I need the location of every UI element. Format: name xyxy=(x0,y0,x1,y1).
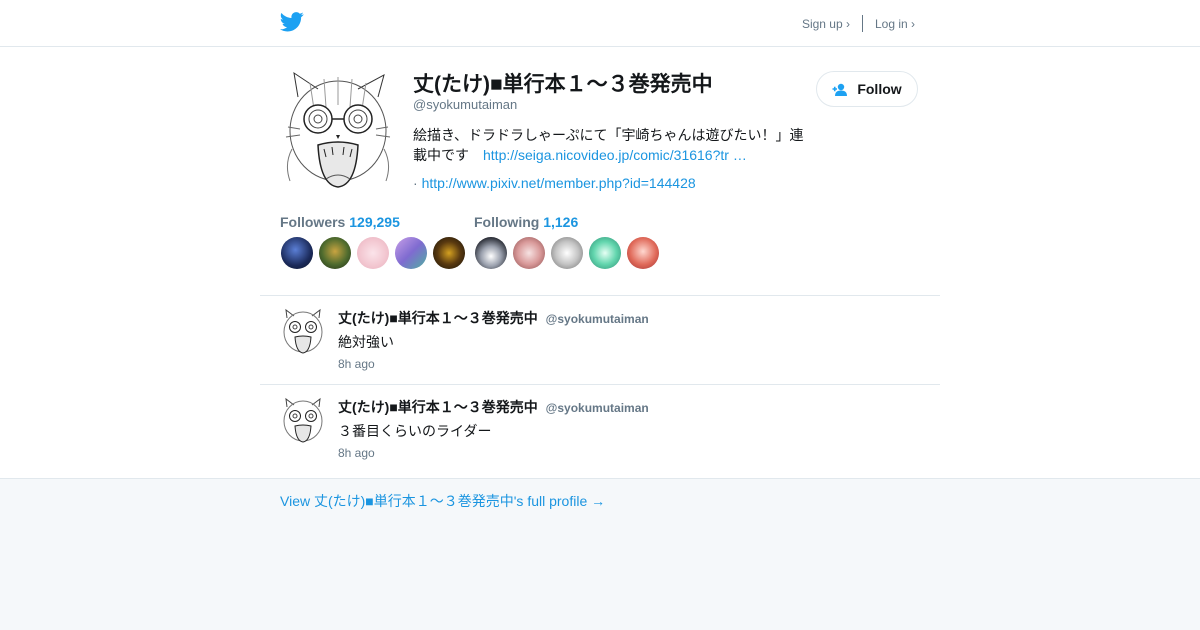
top-bar: Sign up › Log in › xyxy=(0,0,1200,47)
following-avatar[interactable] xyxy=(627,237,659,269)
tweet-author-name[interactable]: 丈(たけ)■単行本１～３巻発売中 xyxy=(338,310,538,326)
tweet-author-name[interactable]: 丈(たけ)■単行本１～３巻発売中 xyxy=(338,399,538,415)
following-avatar[interactable] xyxy=(589,237,621,269)
following-avatar[interactable] xyxy=(551,237,583,269)
follow-label: Follow xyxy=(857,81,902,97)
follower-avatar[interactable] xyxy=(319,237,351,269)
link-prefix: · xyxy=(413,175,418,191)
twitter-bird-icon[interactable] xyxy=(280,12,304,32)
add-user-icon xyxy=(832,83,848,96)
follow-button[interactable]: Follow xyxy=(816,71,918,107)
tweet-divider xyxy=(260,384,940,385)
profile-website: · http://www.pixiv.net/member.php?id=144… xyxy=(413,175,696,191)
tweet-timestamp[interactable]: 8h ago xyxy=(338,446,375,460)
profile-panel: 丈(たけ)■単行本１～３巻発売中 @syokumutaiman 絵描き、ドラドラ… xyxy=(0,47,1200,479)
following-avatar[interactable] xyxy=(475,237,507,269)
followers-stat[interactable]: Followers 129,295 xyxy=(280,214,400,230)
followers-count: 129,295 xyxy=(349,214,400,230)
tweet-avatar[interactable] xyxy=(280,308,326,354)
tweet-header: 丈(たけ)■単行本１～３巻発売中 @syokumutaiman xyxy=(338,397,649,417)
following-label: Following xyxy=(474,214,540,230)
profile-avatar[interactable] xyxy=(280,69,396,193)
top-nav: Sign up › Log in › xyxy=(802,15,915,32)
tweet-text: ３番目くらいのライダー xyxy=(338,423,492,439)
followers-label: Followers xyxy=(280,214,346,230)
tweet-header: 丈(たけ)■単行本１～３巻発売中 @syokumutaiman xyxy=(338,308,649,328)
tweet-author-handle[interactable]: @syokumutaiman xyxy=(546,401,649,415)
followers-avatars xyxy=(281,237,471,269)
tweet-timestamp[interactable]: 8h ago xyxy=(338,357,375,371)
website-link[interactable]: http://www.pixiv.net/member.php?id=14442… xyxy=(422,175,696,191)
tweet-text: 絶対強い xyxy=(338,334,394,350)
profile-bio: 絵描き、ドラドラしゃーぷにて「宇崎ちゃんは遊びたい！」連載中です http://s… xyxy=(413,125,813,165)
follower-avatar[interactable] xyxy=(357,237,389,269)
section-divider xyxy=(260,295,940,296)
nav-divider xyxy=(861,15,863,32)
bio-link[interactable]: http://seiga.nicovideo.jp/comic/31616?tr… xyxy=(483,147,747,163)
following-avatar[interactable] xyxy=(513,237,545,269)
follower-avatar[interactable] xyxy=(433,237,465,269)
tweet-author-handle[interactable]: @syokumutaiman xyxy=(546,312,649,326)
following-count: 1,126 xyxy=(543,214,579,230)
login-link[interactable]: Log in › xyxy=(875,17,915,31)
profile-name: 丈(たけ)■単行本１～３巻発売中 xyxy=(413,73,713,96)
view-full-profile-link[interactable]: View 丈(たけ)■単行本１～３巻発売中's full profile → xyxy=(280,491,605,511)
profile-handle: @syokumutaiman xyxy=(413,97,518,112)
follower-avatar[interactable] xyxy=(281,237,313,269)
following-stat[interactable]: Following 1,126 xyxy=(474,214,578,230)
tweet-avatar[interactable] xyxy=(280,397,326,443)
follower-avatar[interactable] xyxy=(395,237,427,269)
signup-link[interactable]: Sign up › xyxy=(802,17,850,31)
following-avatars xyxy=(475,237,665,269)
